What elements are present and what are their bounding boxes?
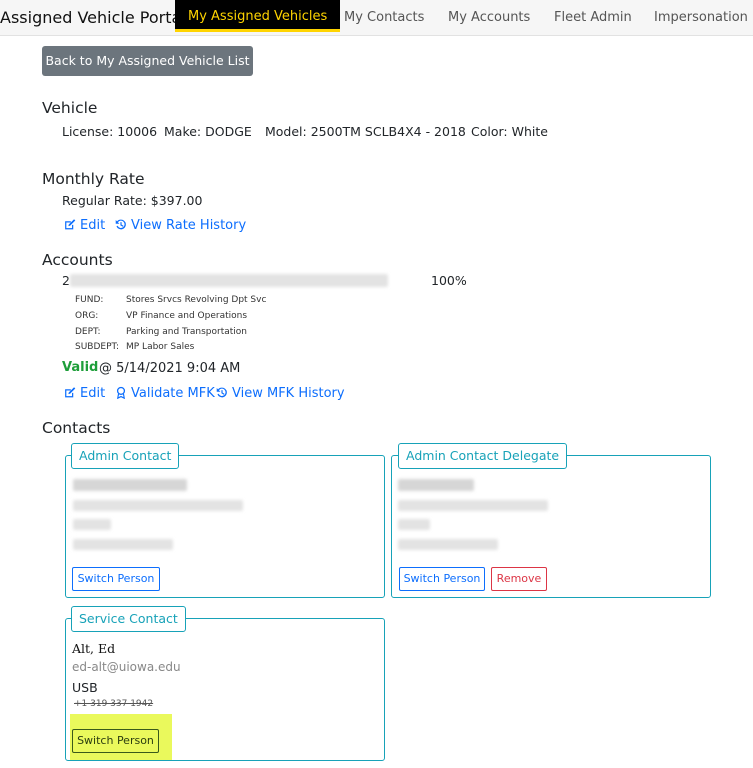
tab-my-contacts[interactable]: My Contacts <box>344 10 424 25</box>
org-label: ORG: <box>75 311 99 321</box>
admin-switch-person-button[interactable]: Switch Person <box>72 567 160 591</box>
redacted-phone <box>398 539 498 550</box>
monthly-rate-heading: Monthly Rate <box>42 170 145 188</box>
fund-label: FUND: <box>75 295 104 305</box>
redacted-email <box>398 500 548 511</box>
vehicle-color: Color: White <box>471 124 548 139</box>
history-icon <box>215 386 229 399</box>
account-row-prefix: 2 <box>62 273 70 288</box>
redacted-dept <box>398 519 430 530</box>
vehicle-model: Model: 2500TM SCLB4X4 - 2018 <box>265 124 466 139</box>
org-value: VP Finance and Operations <box>126 311 248 321</box>
redacted-account-number <box>70 274 388 287</box>
account-valid-badge: Valid <box>62 360 99 375</box>
service-contact-name: Alt, Ed <box>72 641 116 656</box>
validate-mfk-label: Validate MFK <box>131 386 215 401</box>
view-mfk-history-link[interactable]: View MFK History <box>215 386 345 401</box>
admin-contact-legend: Admin Contact <box>71 443 180 469</box>
tab-my-assigned-vehicles[interactable]: My Assigned Vehicles <box>175 0 341 32</box>
tab-my-accounts[interactable]: My Accounts <box>448 10 530 25</box>
account-edit-label: Edit <box>80 386 106 401</box>
edit-icon <box>63 218 77 231</box>
service-switch-person-button[interactable]: Switch Person <box>72 729 159 753</box>
admin-delegate-legend: Admin Contact Delegate <box>398 443 568 469</box>
service-contact-phone: +1 319 337 1942 <box>74 699 154 709</box>
tab-impersonation[interactable]: Impersonation <box>654 10 748 25</box>
edit-icon <box>63 386 77 399</box>
vehicle-make: Make: DODGE <box>164 124 252 139</box>
rate-edit-link[interactable]: Edit <box>63 218 105 233</box>
redacted-name <box>398 479 474 491</box>
app-title: Assigned Vehicle Portal <box>0 8 186 27</box>
redacted-email <box>73 500 243 511</box>
redacted-name <box>73 479 187 491</box>
account-percent: 100% <box>431 273 467 288</box>
rate-edit-label: Edit <box>80 218 106 233</box>
delegate-remove-button[interactable]: Remove <box>491 567 547 591</box>
service-contact-dept: USB <box>72 680 98 695</box>
delegate-switch-person-button[interactable]: Switch Person <box>399 567 485 591</box>
dept-label: DEPT: <box>75 327 101 337</box>
back-to-list-button[interactable]: Back to My Assigned Vehicle List <box>42 46 253 76</box>
regular-rate: Regular Rate: $397.00 <box>62 193 203 208</box>
vehicle-license: License: 10006 <box>62 124 158 139</box>
award-icon <box>114 386 128 400</box>
history-icon <box>114 218 128 231</box>
subdept-label: SUBDEPT: <box>75 342 120 352</box>
vehicle-heading: Vehicle <box>42 99 98 117</box>
view-rate-history-label: View Rate History <box>131 218 247 233</box>
fund-value: Stores Srvcs Revolving Dpt Svc <box>126 295 267 305</box>
validate-mfk-link[interactable]: Validate MFK <box>114 386 215 401</box>
view-rate-history-link[interactable]: View Rate History <box>114 218 246 233</box>
dept-value: Parking and Transportation <box>126 327 248 337</box>
tab-fleet-admin[interactable]: Fleet Admin <box>554 10 632 25</box>
redacted-dept <box>73 519 111 530</box>
contacts-heading: Contacts <box>42 419 111 437</box>
service-contact-email: ed-alt@uiowa.edu <box>72 660 181 674</box>
top-nav: Assigned Vehicle Portal My Assigned Vehi… <box>0 0 753 36</box>
accounts-heading: Accounts <box>42 251 113 269</box>
account-edit-link[interactable]: Edit <box>63 386 105 401</box>
account-valid-time: @ 5/14/2021 9:04 AM <box>99 361 241 376</box>
service-contact-legend: Service Contact <box>71 606 186 632</box>
subdept-value: MP Labor Sales <box>126 342 195 352</box>
view-mfk-history-label: View MFK History <box>232 386 345 401</box>
redacted-phone <box>73 539 173 550</box>
